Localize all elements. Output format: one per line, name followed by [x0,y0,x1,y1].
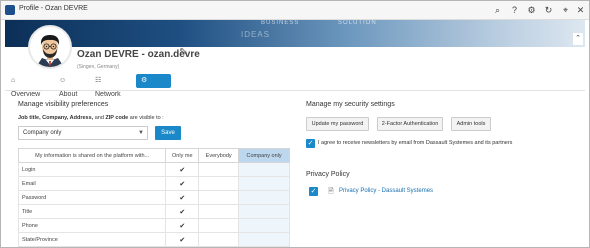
save-button[interactable]: Save [155,126,181,140]
table-row: State/Province ✔ [17,232,290,247]
check-icon[interactable]: ✔ [165,190,200,205]
cell-company-only[interactable] [238,218,290,233]
visibility-label: Job title, Company, Address, and ZIP cod… [18,115,164,121]
edit-pencil-icon[interactable]: ✎ [179,47,187,58]
settings-icon[interactable]: ⚙ [525,4,538,17]
admin-tools-button[interactable]: Admin tools [451,117,491,131]
update-password-button[interactable]: Update my password [306,117,369,131]
banner-word: IDEAS [241,30,271,39]
column-header-company-only[interactable]: Company only [238,148,290,163]
expand-icon[interactable]: ↻ [542,4,555,17]
chevron-down-icon: ▼ [138,130,144,136]
avatar-illustration [30,27,70,67]
table-row: Login ✔ [17,162,290,177]
home-icon: ⌂ [11,77,16,84]
privacy-checkbox[interactable]: ✓ [309,187,318,196]
tab-about[interactable]: ☺ About [59,74,77,98]
check-icon[interactable]: ✔ [165,232,200,247]
table-row: Password ✔ [17,190,290,205]
help-icon[interactable]: ? [508,4,521,17]
tab-network[interactable]: ☷ Network [95,74,121,98]
cell-company-only[interactable] [238,204,290,219]
security-title: Manage my security settings [306,101,395,108]
cell-company-only[interactable] [238,176,290,191]
column-header-info: My information is shared on the platform… [17,148,167,163]
two-factor-button[interactable]: 2-Factor Authentication [377,117,443,131]
cell-everybody[interactable] [198,204,240,219]
check-icon[interactable]: ✔ [165,204,200,219]
label-bold: Job title, Company, Address, [18,115,94,121]
cell-everybody[interactable] [198,190,240,205]
row-label: Title [17,204,167,219]
profile-banner: BUSINESS SOLUTION IDEAS ⌃ [5,20,585,47]
cell-company-only[interactable] [238,162,290,177]
label-end: are visible to : [128,115,164,121]
label-mid: and [93,115,106,121]
check-icon[interactable]: ✔ [165,162,200,177]
search-icon[interactable]: ⌕ [491,4,504,17]
cell-company-only[interactable] [238,190,290,205]
banner-word: SOLUTION [338,20,377,26]
newsletter-checkbox[interactable]: ✓ [306,139,315,148]
check-icon[interactable]: ✔ [165,176,200,191]
table-row: Title ✔ [17,204,290,219]
row-label: Email [17,176,167,191]
visibility-title: Manage visibility preferences [18,101,109,108]
cell-everybody[interactable] [198,176,240,191]
profile-location: (Singen, Germany) [77,64,120,70]
pin-icon[interactable]: ⌖ [559,4,572,17]
window-title: Profile - Ozan DEVRE [19,5,88,12]
user-icon: ☺ [59,77,67,84]
visibility-select[interactable]: Company only ▼ [18,126,148,140]
label-bold2: ZIP code [105,115,129,121]
avatar[interactable] [28,25,72,69]
tab-label: Network [95,91,121,98]
row-label: Password [17,190,167,205]
privacy-title: Privacy Policy [306,171,350,178]
table-header-row: My information is shared on the platform… [17,148,290,163]
banner-word: BUSINESS [261,20,300,26]
column-header-only-me[interactable]: Only me [165,148,200,163]
tab-label: Account [141,91,167,98]
check-icon[interactable]: ✔ [165,218,200,233]
visibility-table: My information is shared on the platform… [17,148,290,247]
title-bar: Profile - Ozan DEVRE ⌕ ? ⚙ ↻ ⌖ ✕ [1,1,589,20]
profile-window: Profile - Ozan DEVRE ⌕ ? ⚙ ↻ ⌖ ✕ BUSINES… [0,0,590,248]
nav-divider [5,90,585,91]
table-row: Email ✔ [17,176,290,191]
cell-everybody[interactable] [198,232,240,247]
privacy-policy-link[interactable]: Privacy Policy - Dassault Systemes [339,188,433,194]
tab-label: About [59,91,78,98]
row-label: Phone [17,218,167,233]
network-icon: ☷ [95,77,102,84]
tab-account[interactable]: ⚙ Account [136,74,172,98]
close-icon[interactable]: ✕ [574,4,587,17]
cell-everybody[interactable] [198,218,240,233]
table-row: Phone ✔ [17,218,290,233]
chevron-up-icon[interactable]: ⌃ [573,33,583,45]
newsletter-label: I agree to receive newsletters by email … [318,140,513,146]
cell-everybody[interactable] [198,162,240,177]
select-value: Company only [23,130,62,136]
app-icon [5,5,15,15]
cell-company-only[interactable] [238,232,290,247]
row-label: Login [17,162,167,177]
gear-icon: ⚙ [141,77,148,84]
row-label: State/Province [17,232,167,247]
tab-label: Overview [11,91,41,98]
document-icon: 🗎 [328,188,334,195]
column-header-everybody[interactable]: Everybody [198,148,240,163]
tab-overview[interactable]: ⌂ Overview [11,74,40,98]
